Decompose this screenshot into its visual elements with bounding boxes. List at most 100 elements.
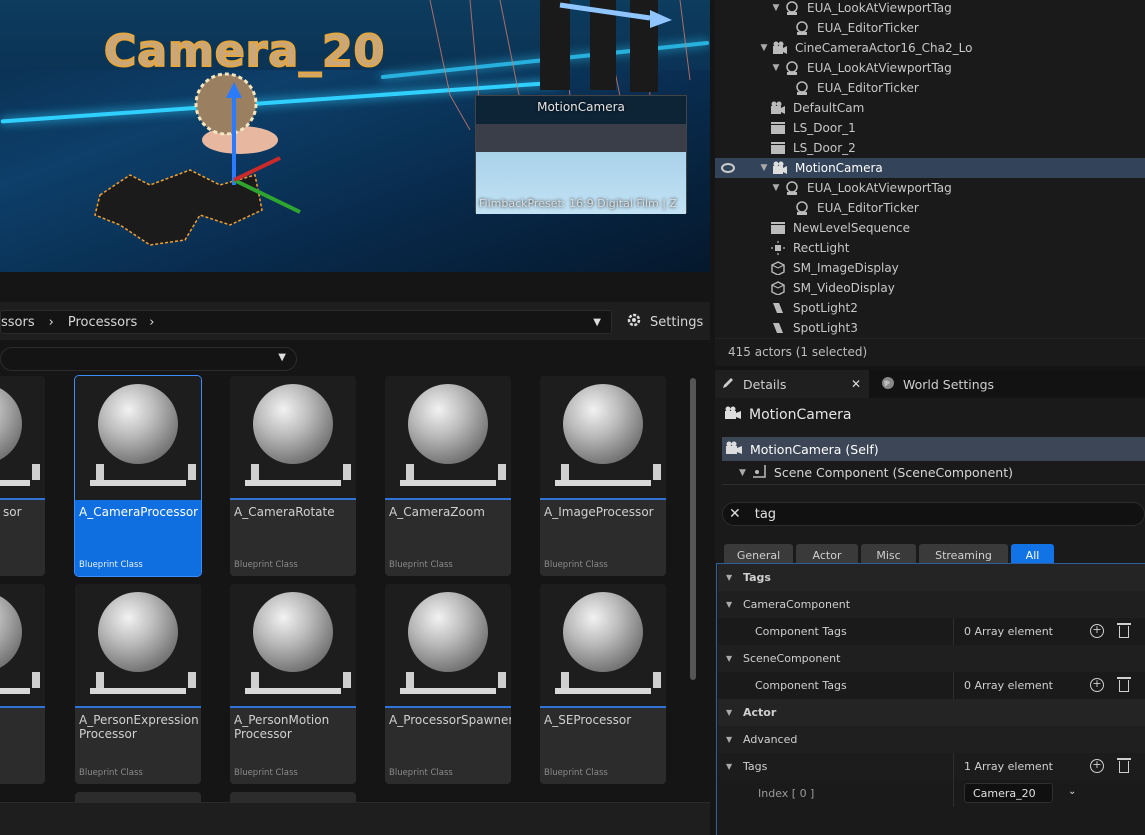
outliner-row[interactable]: EUA_EditorTicker: [715, 18, 1145, 38]
category-tags[interactable]: ▼ Tags: [718, 564, 1145, 591]
camera-icon: [771, 101, 785, 115]
subcategory-camera-component[interactable]: ▼ CameraComponent: [718, 591, 1145, 618]
outliner-row[interactable]: DefaultCam: [715, 98, 1145, 118]
outliner-row[interactable]: LS_Door_2: [715, 138, 1145, 158]
collapse-arrow-icon[interactable]: ▼: [726, 654, 736, 663]
add-element-icon[interactable]: +: [1090, 678, 1104, 692]
visibility-eye-icon[interactable]: [721, 163, 735, 173]
asset-tile[interactable]: [75, 792, 201, 802]
category-label: Actor: [743, 706, 777, 719]
outliner-row[interactable]: SpotLight3: [715, 318, 1145, 338]
collapse-arrow-icon[interactable]: ▼: [726, 708, 736, 717]
outliner-item-label: SM_VideoDisplay: [793, 281, 895, 295]
outliner-row[interactable]: EUA_EditorTicker: [715, 78, 1145, 98]
tab-label: Details: [743, 376, 787, 392]
actor-component-icon: [795, 201, 809, 215]
outliner-row[interactable]: SM_VideoDisplay: [715, 278, 1145, 298]
chevron-down-icon[interactable]: ▼: [593, 317, 601, 328]
outliner-item-label: RectLight: [793, 241, 850, 255]
tag-value-input[interactable]: Camera_20: [964, 783, 1053, 803]
expand-arrow-icon[interactable]: ▼: [739, 468, 746, 478]
collapse-arrow-icon[interactable]: ▼: [726, 762, 736, 771]
asset-type: Blueprint Class: [544, 768, 608, 778]
subcategory-scene-component[interactable]: ▼ SceneComponent: [718, 645, 1145, 672]
collapse-arrow-icon[interactable]: ▼: [726, 573, 736, 582]
asset-type: Blueprint Class: [544, 560, 608, 570]
pencil-icon: [721, 376, 735, 393]
trash-icon[interactable]: [1117, 623, 1131, 638]
expand-arrow-icon[interactable]: ▼: [759, 43, 769, 53]
asset-name: sor: [3, 505, 22, 519]
add-element-icon[interactable]: +: [1090, 759, 1104, 773]
close-icon[interactable]: ✕: [851, 377, 861, 391]
world-outliner[interactable]: ▼ EUA_LookAtViewportTag EUA_EditorTicker …: [715, 0, 1145, 338]
asset-name: A_ImageProcessor: [544, 505, 654, 519]
camera-preview: MotionCamera FilmbackPreset: 16:9 Digita…: [475, 95, 687, 214]
tab-label: World Settings: [903, 376, 995, 392]
outliner-row[interactable]: SpotLight2: [715, 298, 1145, 318]
expand-arrow-icon[interactable]: ▼: [771, 3, 781, 13]
property-row: Component Tags 0 Array element +: [718, 672, 1145, 699]
outliner-item-label: EUA_EditorTicker: [817, 21, 919, 35]
asset-type: Blueprint Class: [234, 768, 298, 778]
expand-arrow-icon[interactable]: ▼: [771, 183, 781, 193]
asset-grid-scrollbar[interactable]: [690, 378, 696, 680]
expand-arrow-icon[interactable]: ▼: [771, 63, 781, 73]
trash-icon[interactable]: [1117, 677, 1131, 692]
asset-tile[interactable]: A_CameraZoom Blueprint Class: [385, 376, 511, 576]
collapse-arrow-icon[interactable]: ▼: [726, 600, 736, 609]
clear-search-icon[interactable]: ✕: [729, 506, 741, 522]
asset-tile[interactable]: [230, 792, 356, 802]
chevron-down-icon[interactable]: ⌄: [1068, 786, 1076, 797]
outliner-row[interactable]: ▼ CineCameraActor16_Cha2_Lo: [715, 38, 1145, 58]
outliner-row[interactable]: ▼ EUA_LookAtViewportTag: [715, 58, 1145, 78]
asset-tile[interactable]: A_CameraRotate Blueprint Class: [230, 376, 356, 576]
expand-arrow-icon[interactable]: ▼: [759, 163, 769, 173]
static-mesh-icon: [771, 261, 785, 276]
level-viewport[interactable]: Camera_20 MotionCamera FilmbackPreset: 1…: [0, 0, 710, 272]
outliner-row[interactable]: RectLight: [715, 238, 1145, 258]
asset-tile[interactable]: A_PersonMotion Processor Blueprint Class: [230, 584, 356, 784]
outliner-item-label: MotionCamera: [795, 161, 883, 175]
search-value: tag: [754, 506, 777, 522]
outliner-row[interactable]: NewLevelSequence: [715, 218, 1145, 238]
asset-tile[interactable]: sor: [0, 376, 45, 576]
asset-tile[interactable]: A_ProcessorSpawner Blueprint Class: [385, 584, 511, 784]
breadcrumb[interactable]: ssors › Processors › ▼: [0, 310, 612, 334]
subcategory-advanced[interactable]: ▼ Advanced: [718, 726, 1145, 753]
tab-details[interactable]: Details ✕: [715, 370, 869, 398]
actor-component-icon: [795, 81, 809, 95]
breadcrumb-item[interactable]: Processors: [68, 315, 137, 330]
category-actor[interactable]: ▼ Actor: [718, 699, 1145, 726]
property-value: 0 Array element: [964, 679, 1053, 692]
outliner-row[interactable]: SM_ImageDisplay: [715, 258, 1145, 278]
add-element-icon[interactable]: +: [1090, 624, 1104, 638]
asset-tile[interactable]: A_PersonExpression Processor Blueprint Cl…: [75, 584, 201, 784]
chevron-down-icon[interactable]: ▼: [278, 352, 286, 363]
outliner-row-selected[interactable]: ▼ MotionCamera: [715, 158, 1145, 178]
asset-tile[interactable]: A_ImageProcessor Blueprint Class: [540, 376, 666, 576]
property-label: Tags: [743, 760, 768, 773]
asset-type: Blueprint Class: [79, 560, 143, 570]
asset-tile[interactable]: A_SEProcessor Blueprint Class: [540, 584, 666, 784]
actor-component-icon: [785, 181, 799, 195]
component-row-scene[interactable]: ▼ Scene Component (SceneComponent): [722, 461, 1145, 485]
outliner-row[interactable]: EUA_EditorTicker: [715, 198, 1145, 218]
settings-button[interactable]: Settings: [626, 312, 703, 332]
breadcrumb-item[interactable]: ssors: [1, 315, 35, 330]
collapse-arrow-icon[interactable]: ▼: [726, 735, 736, 744]
outliner-row[interactable]: LS_Door_1: [715, 118, 1145, 138]
trash-icon[interactable]: [1117, 758, 1131, 773]
outliner-row[interactable]: ▼ EUA_LookAtViewportTag: [715, 178, 1145, 198]
property-row-actor-tags[interactable]: ▼ Tags 1 Array element +: [718, 753, 1145, 780]
details-search-input[interactable]: ✕ tag: [722, 502, 1145, 526]
filter-dropdown[interactable]: ▼: [0, 347, 297, 371]
asset-name: A_PersonExpression Processor: [79, 713, 199, 741]
outliner-item-label: LS_Door_2: [793, 141, 856, 155]
outliner-row[interactable]: ▼ EUA_LookAtViewportTag: [715, 0, 1145, 18]
tab-world-settings[interactable]: World Settings: [881, 370, 1011, 398]
asset-tile-selected[interactable]: A_CameraProcessor Blueprint Class: [74, 375, 202, 577]
asset-tile[interactable]: [0, 584, 45, 784]
component-row-self[interactable]: MotionCamera (Self): [722, 437, 1145, 461]
subcategory-label: CameraComponent: [743, 598, 851, 611]
